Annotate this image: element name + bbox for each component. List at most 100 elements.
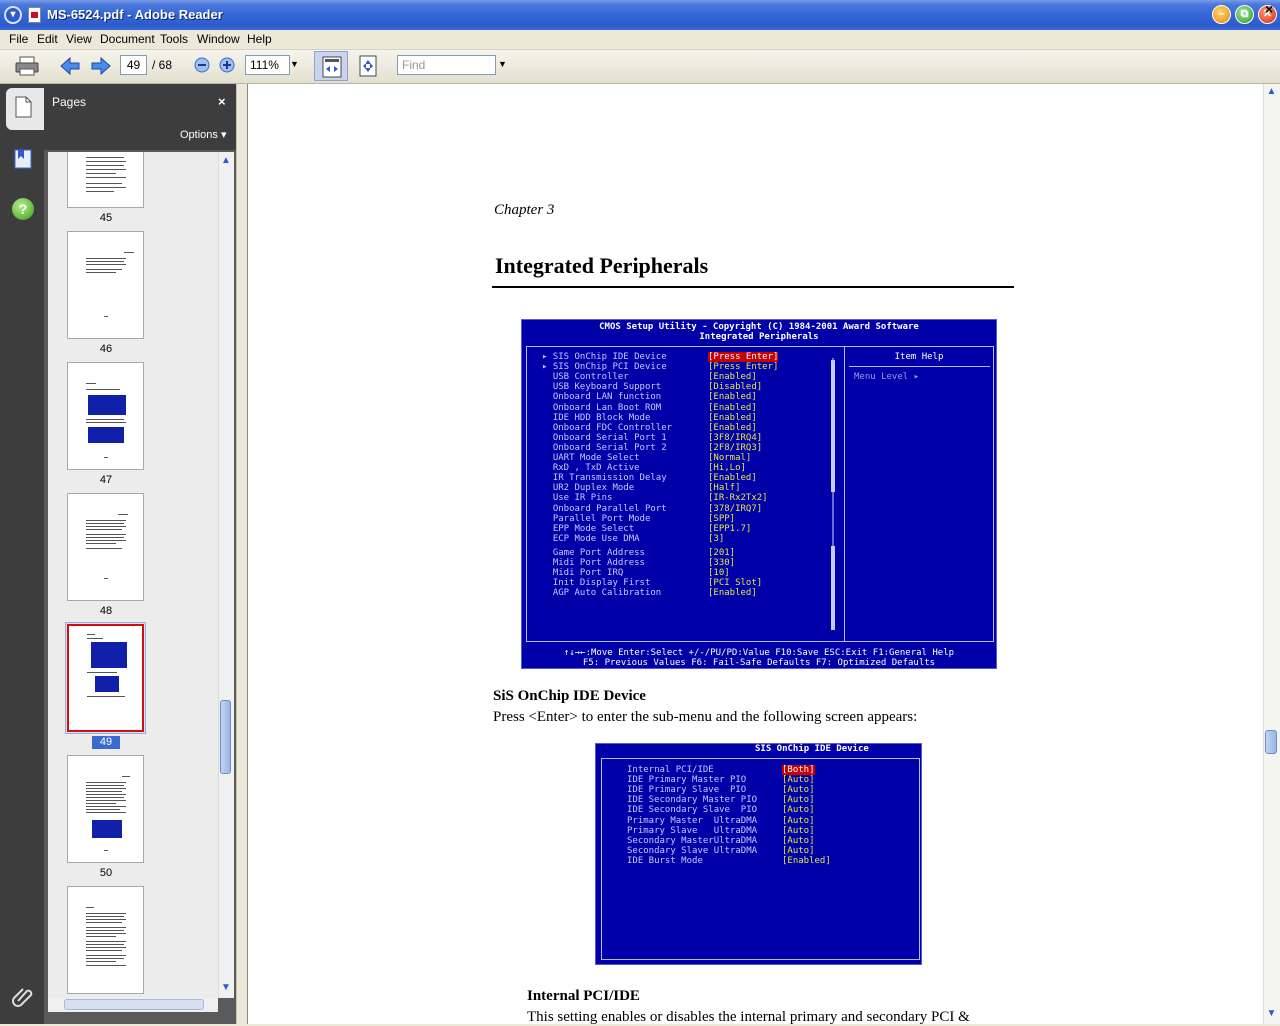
minimize-button[interactable]: –	[1212, 5, 1231, 24]
thumbnail-48[interactable]	[67, 493, 144, 601]
thumbnail-46[interactable]	[67, 231, 144, 339]
bios-footer-keys: ↑↓→←:Move Enter:Select +/-/PU/PD:Value F…	[563, 648, 955, 658]
bios-row-label: Init Display First	[542, 578, 651, 589]
bios-row-value: [Hi,Lo]	[708, 463, 746, 474]
menu-help[interactable]: Help	[247, 32, 272, 46]
bios-menu-level: Menu Level ▸	[854, 372, 920, 382]
bios-row-label: Onboard FDC Controller	[542, 422, 673, 433]
pdf-document-icon	[28, 7, 41, 23]
fit-page-icon[interactable]	[357, 54, 379, 78]
bios-help-rule	[849, 366, 990, 367]
navigation-strip	[0, 84, 44, 1024]
bios-row-label: Primary Master UltraDMA	[627, 815, 758, 826]
bios-row-label: ▸ SIS OnChip IDE Device	[542, 352, 667, 362]
bios-row-label: Onboard LAN function	[542, 392, 662, 403]
bookmarks-icon[interactable]	[13, 148, 33, 170]
find-input[interactable]: Find	[397, 55, 496, 75]
menu-document[interactable]: Document	[100, 32, 155, 46]
menu-file[interactable]: File	[9, 32, 28, 46]
bios-row-value: [Both]	[782, 765, 815, 775]
help-icon[interactable]: ?	[12, 198, 34, 220]
print-icon[interactable]	[15, 56, 39, 76]
thumbnail-label: 46	[99, 343, 113, 355]
app-menu-icon[interactable]: ▾	[4, 6, 22, 24]
bios-row-value: [Enabled]	[708, 372, 757, 383]
page-number-input[interactable]: 49	[120, 55, 147, 75]
pages-panel-close-button[interactable]: ×	[218, 94, 226, 109]
previous-page-icon[interactable]	[59, 55, 81, 77]
menu-window[interactable]: Window	[197, 32, 240, 46]
bios-subheader: Integrated Peripherals	[699, 332, 819, 342]
bios-row-label: AGP Auto Calibration	[542, 588, 662, 599]
bios-row-label: Onboard Serial Port 1	[542, 432, 667, 443]
bios-row-label: UR2 Duplex Mode	[542, 483, 635, 494]
bios-row-value: [Auto]	[782, 775, 815, 786]
bios-row-label: IDE Primary Slave PIO	[627, 785, 747, 796]
bios-row-label: UART Mode Select	[542, 453, 640, 463]
thumbnail-hscroll-thumb[interactable]	[64, 999, 204, 1010]
bios-row-value: [3]	[708, 533, 725, 544]
thumbnail-label: 50	[99, 867, 113, 879]
bios-row-value: [201]	[708, 547, 736, 558]
menu-edit[interactable]: Edit	[37, 32, 58, 46]
bios-row-label: IDE Burst Mode	[627, 855, 703, 866]
bios-row-label: Secondary Slave UltraDMA	[627, 845, 758, 856]
bios-row-value: [Half]	[708, 483, 741, 494]
bios-row-label: USB Keyboard Support	[542, 382, 662, 393]
zoom-dropdown-icon[interactable]: ▼	[290, 59, 299, 69]
document-scroll-thumb[interactable]	[1265, 730, 1277, 754]
bios-row-label: Primary Slave UltraDMA	[627, 825, 758, 836]
item-text: This setting enables or disables the int…	[527, 1009, 970, 1025]
scroll-down-icon[interactable]: ▼	[218, 982, 234, 993]
bios-row-value: [Auto]	[782, 805, 815, 816]
scroll-up-icon[interactable]: ▲	[1264, 86, 1279, 97]
find-dropdown-icon[interactable]: ▼	[498, 59, 507, 69]
thumbnail-50[interactable]	[67, 755, 144, 863]
bios-row-value: [PCI Slot]	[708, 578, 763, 589]
fit-width-button[interactable]	[314, 51, 348, 81]
scroll-up-icon[interactable]: ▲	[218, 155, 234, 166]
thumbnail-scroll-thumb[interactable]	[220, 700, 231, 774]
menu-tools[interactable]: Tools	[160, 32, 188, 46]
page-total: / 68	[152, 58, 173, 72]
bios-help-title: Item Help	[894, 352, 944, 362]
bios-row-value: [3F8/IRQ4]	[708, 432, 763, 443]
bios-row-value: [2F8/IRQ3]	[708, 442, 763, 453]
zoom-out-icon[interactable]	[194, 57, 210, 73]
bios-row-label: ECP Mode Use DMA	[542, 533, 640, 544]
restore-button[interactable]: ⧉	[1235, 5, 1254, 24]
bios-row-label: USB Controller	[542, 372, 629, 383]
bios-row-value: [EPP1.7]	[708, 523, 752, 534]
zoom-in-icon[interactable]	[219, 57, 235, 73]
bios-row-label: Internal PCI/IDE	[627, 765, 714, 775]
bios-row-label: IDE HDD Block Mode	[542, 412, 651, 423]
pages-options-button[interactable]: Options ▾	[180, 128, 227, 141]
bios-row-label: Onboard Serial Port 2	[542, 442, 667, 453]
next-page-icon[interactable]	[90, 55, 112, 77]
thumbnail-49[interactable]	[67, 624, 144, 732]
bios-row-label: IDE Secondary Slave PIO	[627, 805, 758, 816]
bios-row-value: [Enabled]	[708, 402, 757, 413]
thumbnail-47[interactable]	[67, 362, 144, 470]
chapter-label: Chapter 3	[494, 202, 555, 218]
thumbnail-scrollbar[interactable]	[218, 152, 234, 998]
attachments-icon[interactable]	[12, 985, 34, 1007]
fit-width-icon	[322, 56, 342, 78]
scroll-down-icon[interactable]: ▼	[1264, 1008, 1279, 1019]
thumbnail-45[interactable]	[67, 152, 144, 208]
zoom-level-input[interactable]: 111%	[245, 55, 290, 75]
bios-row-value: [Auto]	[782, 815, 815, 826]
section-title: Integrated Peripherals	[495, 253, 709, 278]
bios-row-value: [Enabled]	[708, 588, 757, 599]
bios-row-value: [Auto]	[782, 785, 815, 796]
bios-row-label: Use IR Pins	[542, 493, 613, 504]
thumbnail-51[interactable]	[67, 886, 144, 994]
bios-row-label: Onboard Parallel Port	[542, 503, 667, 514]
document-scrollbar[interactable]	[1263, 84, 1280, 1024]
menu-view[interactable]: View	[66, 32, 92, 46]
panel-splitter[interactable]	[236, 84, 247, 1024]
bios-row-value: [330]	[708, 558, 736, 568]
close-document-icon[interactable]: ×	[1265, 1, 1273, 17]
bios-row-value: [SPP]	[708, 513, 736, 524]
bios-row-value: [Enabled]	[708, 412, 757, 423]
